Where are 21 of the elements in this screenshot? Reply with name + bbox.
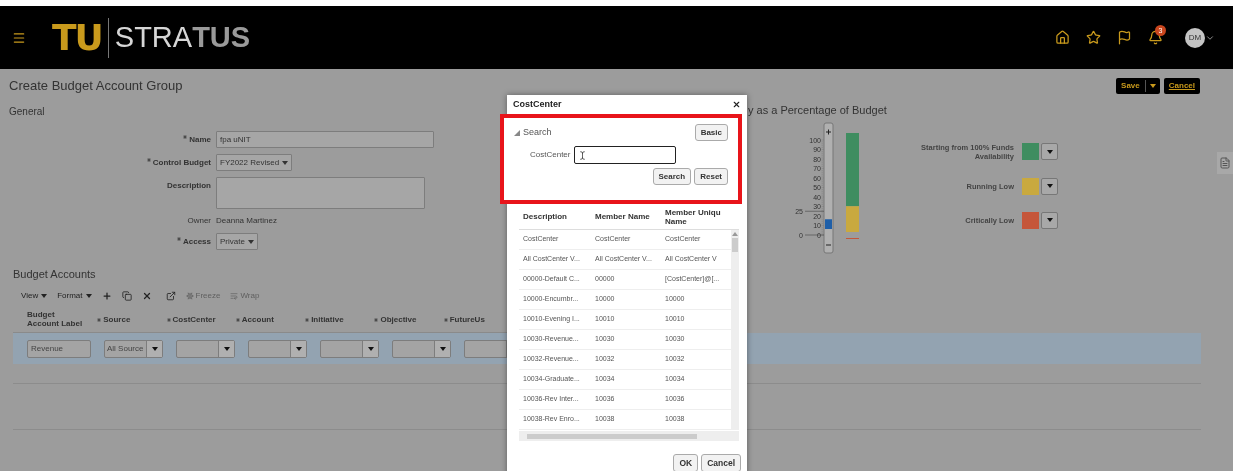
field-label: CostCenter — [530, 149, 571, 161]
column-header: Initiative — [311, 314, 344, 324]
column-header: Account — [241, 314, 274, 324]
section-title: y as a Percentage of Budget — [748, 103, 887, 118]
field-label: Owner — [187, 215, 211, 227]
section-title: Budget Accounts — [12, 266, 96, 282]
dialog-title: CostCenter — [513, 97, 562, 111]
field-label: Access — [182, 235, 211, 248]
owner-value: Deanna Martinez — [216, 215, 277, 227]
column-header: Budget Account Label — [27, 310, 84, 328]
column-header: Objective — [380, 314, 417, 324]
app-name: STRATUS — [114, 23, 251, 52]
column-header: CostCenter — [172, 314, 216, 324]
column-header: Source — [103, 314, 131, 324]
column-header: FutureUs — [449, 314, 485, 324]
section-title: General — [9, 105, 45, 119]
field-label: Control Budget — [152, 156, 211, 169]
field-label: Description — [167, 180, 211, 192]
logo: TU — [52, 19, 102, 56]
field-label: Name — [189, 133, 211, 146]
page-title: Create Budget Account Group — [9, 76, 183, 95]
